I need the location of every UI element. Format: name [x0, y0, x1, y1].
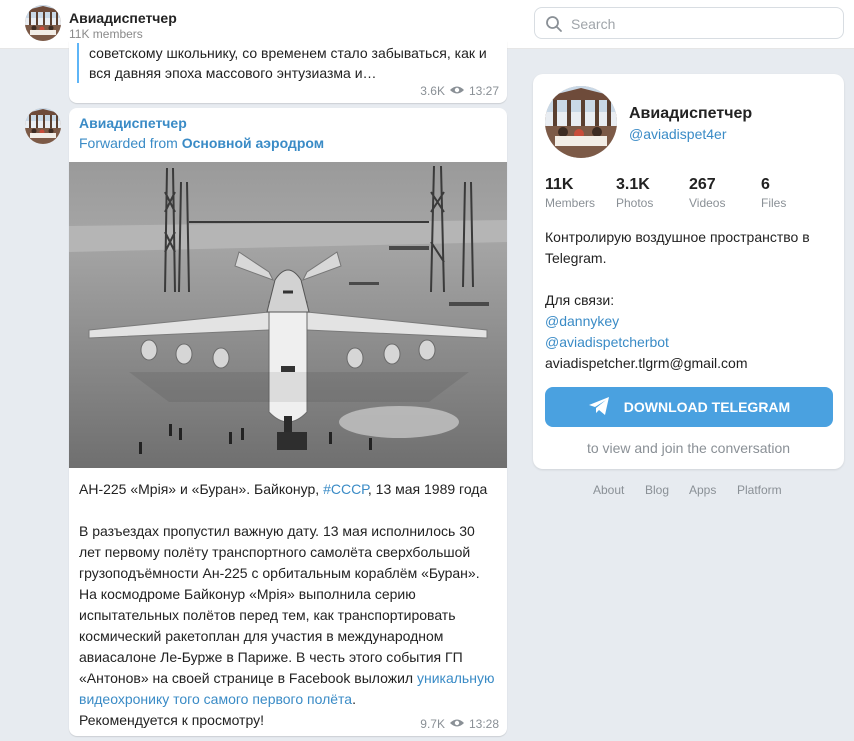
contact-email: aviadispetcher.tlgrm@gmail.com: [545, 355, 748, 371]
search-icon: [545, 15, 563, 38]
quote-line: вся давняя эпоха массового энтузиазма и…: [89, 65, 377, 81]
channel-handle[interactable]: @aviadispet4er: [629, 126, 727, 142]
forwarded-header: Forwarded from Основной аэродром: [79, 135, 324, 151]
member-count: 11K members: [69, 27, 143, 41]
message-bubble: Авиадиспетчер Forwarded from Основной аэ…: [69, 108, 507, 736]
view-count: 3.6K: [420, 84, 445, 98]
stat-value: 6: [761, 176, 770, 193]
stat-value: 267: [689, 176, 716, 193]
contacts-label: Для связи:: [545, 292, 615, 308]
channel-title[interactable]: Авиадиспетчер: [69, 10, 177, 26]
message-text: АН-225 «Мрія» и «Буран». Байконур, #СССР…: [79, 479, 499, 731]
description-text: Контролирую воздушное пространство в Tel…: [545, 229, 810, 266]
footer-link-about[interactable]: About: [593, 483, 624, 497]
body-text: В разъездах пропустил важную дату. 13 ма…: [79, 523, 480, 686]
stat-members: 11K Members: [545, 176, 595, 210]
caption-prefix: АН-225 «Мрія» и «Буран». Байконур,: [79, 481, 320, 497]
telegram-plane-icon: [588, 396, 610, 419]
channel-description: Контролирую воздушное пространство в Tel…: [545, 227, 835, 374]
stat-label: Members: [545, 196, 596, 210]
stat-files[interactable]: 6 Files: [761, 176, 786, 210]
download-label: DOWNLOAD TELEGRAM: [623, 399, 791, 415]
stat-photos[interactable]: 3.1K Photos: [616, 176, 653, 210]
stat-label: Videos: [689, 196, 726, 210]
stat-value: 11K: [545, 176, 574, 193]
footer-link-platform[interactable]: Platform: [737, 483, 782, 497]
message-meta: 3.6K 13:27: [420, 84, 499, 98]
message-meta: 9.7K 13:28: [420, 717, 499, 731]
channel-info-card: Авиадиспетчер @aviadispet4er 11K Members…: [533, 74, 844, 469]
forwarded-prefix: Forwarded from: [79, 135, 178, 151]
message-time[interactable]: 13:27: [469, 84, 499, 98]
download-telegram-button[interactable]: DOWNLOAD TELEGRAM: [545, 387, 833, 427]
stat-label: Photos: [616, 196, 654, 210]
stat-value: 3.1K: [616, 176, 650, 193]
contact-link[interactable]: @dannykey: [545, 311, 835, 332]
stat-label: Files: [761, 196, 787, 210]
message-photo[interactable]: [69, 162, 507, 468]
forwarded-source-link[interactable]: Основной аэродром: [182, 135, 324, 151]
caption: АН-225 «Мрія» и «Буран». Байконур, #СССР…: [79, 479, 499, 500]
hashtag-link[interactable]: #СССР: [323, 481, 368, 497]
view-hint: to view and join the conversation: [586, 440, 791, 456]
eye-icon: [449, 717, 465, 731]
message-bubble: советскому школьнику, со временем стало …: [69, 41, 507, 103]
channel-avatar-large: [545, 86, 617, 158]
message-author[interactable]: Авиадиспетчер: [79, 115, 187, 131]
view-count: 9.7K: [420, 717, 445, 731]
footer-link-apps[interactable]: Apps: [689, 483, 716, 497]
stat-videos[interactable]: 267 Videos: [689, 176, 725, 210]
channel-name: Авиадиспетчер: [629, 105, 753, 122]
contact-link[interactable]: @aviadispetcherbot: [545, 332, 835, 353]
author-avatar[interactable]: [25, 108, 61, 144]
footer-link-blog[interactable]: Blog: [645, 483, 669, 497]
eye-icon: [449, 84, 465, 98]
body-end: .: [352, 691, 356, 707]
search-input[interactable]: [569, 13, 833, 35]
quote-line: советскому школьнику, со временем стало …: [89, 45, 487, 61]
channel-avatar[interactable]: [25, 5, 61, 41]
message-body: В разъездах пропустил важную дату. 13 ма…: [79, 521, 499, 710]
reply-quote[interactable]: советскому школьнику, со временем стало …: [77, 43, 509, 83]
search-box[interactable]: [534, 7, 844, 39]
message-time[interactable]: 13:28: [469, 717, 499, 731]
caption-suffix: , 13 мая 1989 года: [367, 481, 488, 497]
